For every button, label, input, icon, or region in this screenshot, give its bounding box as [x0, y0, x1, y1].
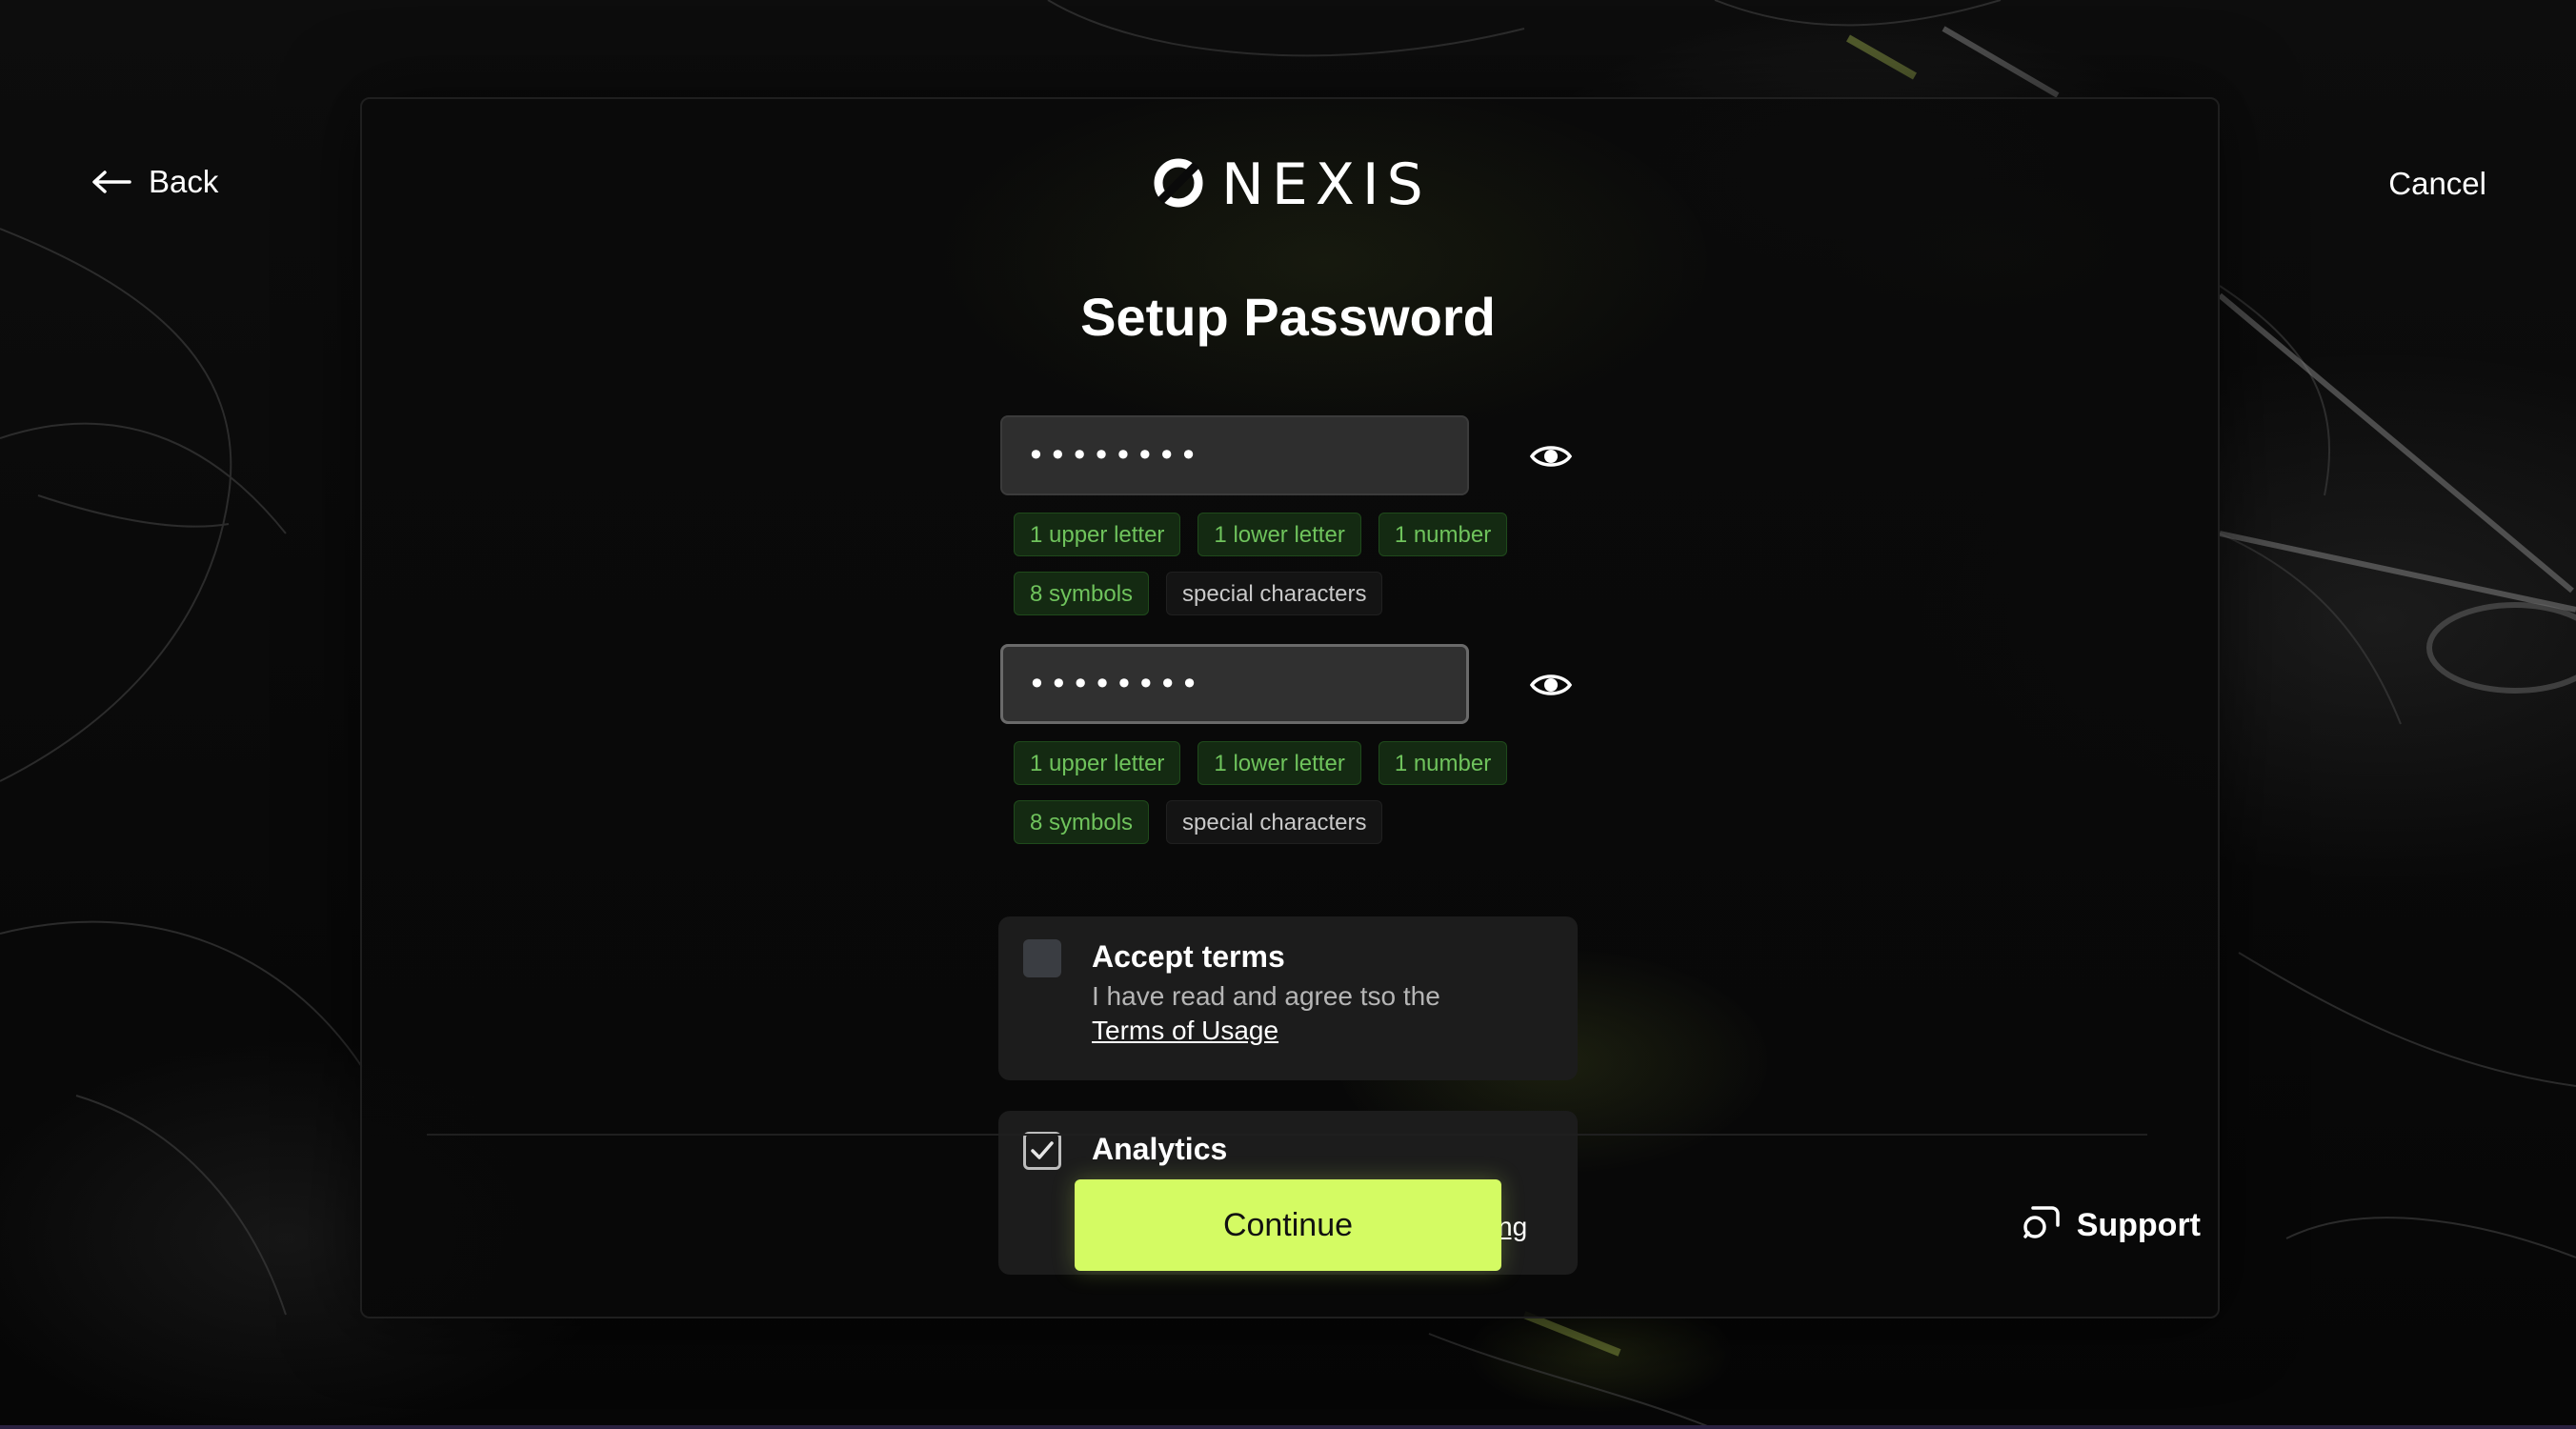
confirm-password-requirements: 1 upper letter 1 lower letter 1 number 8… — [1014, 741, 1547, 859]
confirm-password-field[interactable] — [1000, 644, 1469, 724]
analytics-checkbox[interactable] — [1023, 1132, 1061, 1170]
support-label: Support — [2076, 1207, 2201, 1243]
back-label: Back — [149, 164, 219, 199]
arrow-left-icon — [91, 170, 131, 194]
cancel-button[interactable]: Cancel — [2388, 166, 2486, 202]
window-bottom-edge — [0, 1425, 2576, 1429]
requirement-chip: 1 number — [1378, 741, 1508, 785]
terms-of-usage-link[interactable]: Terms of Usage — [1092, 1016, 1278, 1046]
footer-divider — [427, 1134, 2147, 1136]
requirement-chip: 1 upper letter — [1014, 513, 1181, 556]
brand-logo: NEXIS — [1153, 156, 1431, 213]
requirement-chip: special characters — [1166, 572, 1383, 615]
requirement-chip: 8 symbols — [1014, 800, 1150, 844]
requirement-chip: special characters — [1166, 800, 1383, 844]
back-button[interactable]: Back — [91, 164, 218, 200]
analytics-link[interactable]: ng — [1498, 1212, 1527, 1242]
password-requirements: 1 upper letter 1 lower letter 1 number 8… — [1014, 513, 1547, 631]
chat-bubble-icon — [2020, 1200, 2062, 1251]
terms-consent-box: Accept terms I have read and agree tso t… — [998, 916, 1578, 1080]
confirm-password-input[interactable] — [1003, 647, 1466, 721]
analytics-title: Analytics — [1092, 1132, 1228, 1166]
brand-name: NEXIS — [1221, 151, 1431, 218]
eye-icon[interactable] — [1528, 662, 1574, 708]
requirement-chip: 1 lower letter — [1197, 513, 1361, 556]
check-icon — [1031, 1141, 1054, 1159]
eye-icon[interactable] — [1528, 433, 1574, 479]
page-title: Setup Password — [1080, 287, 1496, 347]
terms-checkbox[interactable] — [1023, 939, 1061, 977]
requirement-chip: 1 lower letter — [1197, 741, 1361, 785]
requirement-chip: 8 symbols — [1014, 572, 1150, 615]
nexis-logo-icon — [1153, 157, 1204, 213]
continue-button[interactable]: Continue — [1075, 1179, 1501, 1271]
password-field[interactable] — [1000, 415, 1469, 495]
support-button[interactable]: Support — [2020, 1200, 2201, 1251]
password-input[interactable] — [1002, 417, 1467, 493]
requirement-chip: 1 number — [1378, 513, 1508, 556]
terms-title: Accept terms — [1092, 939, 1285, 974]
requirement-chip: 1 upper letter — [1014, 741, 1181, 785]
terms-description: I have read and agree tso the — [1092, 981, 1440, 1011]
